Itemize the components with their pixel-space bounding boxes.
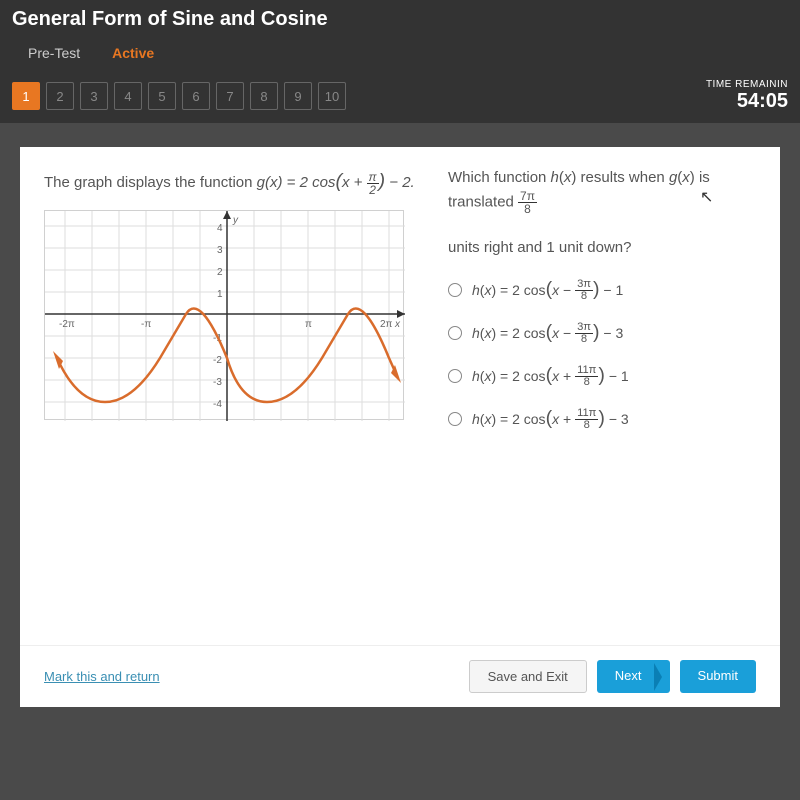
qnum-10[interactable]: 10: [318, 82, 346, 110]
option-c[interactable]: h(x) = 2 cos(x + 11π8) − 1: [448, 364, 756, 389]
question-nav: 1 2 3 4 5 6 7 8 9 10: [12, 82, 346, 110]
qnum-6[interactable]: 6: [182, 82, 210, 110]
qnum-1[interactable]: 1: [12, 82, 40, 110]
svg-text:1: 1: [217, 289, 223, 300]
svg-text:y: y: [232, 215, 239, 226]
timer-value: 54:05: [706, 90, 788, 113]
tab-pretest[interactable]: Pre-Test: [12, 37, 96, 69]
svg-text:x: x: [394, 319, 401, 330]
svg-text:3: 3: [217, 245, 223, 256]
qr-prefix: Which function: [448, 169, 551, 186]
qnum-7[interactable]: 7: [216, 82, 244, 110]
qr-fracn: 7π: [518, 190, 537, 203]
save-exit-button[interactable]: Save and Exit: [469, 660, 587, 693]
qleft-prefix: The graph displays the function: [44, 174, 257, 191]
option-a-label: h(x) = 2 cos(x − 3π8) − 1: [472, 278, 623, 303]
qr-mid: results when: [576, 169, 669, 186]
svg-text:2: 2: [217, 267, 223, 278]
question-right: Which function h(x) results when g(x) is…: [448, 167, 756, 260]
option-d[interactable]: h(x) = 2 cos(x + 11π8) − 3: [448, 407, 756, 432]
svg-text:-2: -2: [213, 355, 222, 366]
qr-fracd: 8: [518, 203, 537, 215]
option-b-label: h(x) = 2 cos(x − 3π8) − 3: [472, 321, 623, 346]
timer: TIME REMAININ 54:05: [706, 79, 788, 113]
svg-text:-4: -4: [213, 399, 222, 410]
tab-row: Pre-Test Active: [12, 37, 788, 69]
option-c-label: h(x) = 2 cos(x + 11π8) − 1: [472, 364, 629, 389]
svg-text:4: 4: [217, 223, 223, 234]
svg-text:-π: -π: [141, 319, 151, 330]
qleft-math: g(x) = 2 cos(x + π2) − 2.: [257, 174, 415, 191]
option-b[interactable]: h(x) = 2 cos(x − 3π8) − 3: [448, 321, 756, 346]
radio-b[interactable]: [448, 326, 462, 340]
qnum-2[interactable]: 2: [46, 82, 74, 110]
timer-label: TIME REMAININ: [706, 79, 788, 90]
svg-text:-3: -3: [213, 377, 222, 388]
svg-text:-2π: -2π: [59, 319, 75, 330]
qnum-9[interactable]: 9: [284, 82, 312, 110]
qnum-5[interactable]: 5: [148, 82, 176, 110]
qnum-8[interactable]: 8: [250, 82, 278, 110]
submit-button[interactable]: Submit: [680, 660, 756, 693]
question-left: The graph displays the function g(x) = 2…: [44, 167, 424, 196]
option-d-label: h(x) = 2 cos(x + 11π8) − 3: [472, 407, 629, 432]
svg-text:π: π: [305, 319, 312, 330]
next-button[interactable]: Next: [597, 660, 670, 693]
radio-a[interactable]: [448, 283, 462, 297]
qr-line2: units right and 1 unit down?: [448, 239, 631, 256]
radio-c[interactable]: [448, 369, 462, 383]
option-a[interactable]: h(x) = 2 cos(x − 3π8) − 1: [448, 278, 756, 303]
function-graph: x y 4 3 2 1 -1 -2 -3 -4 -2π -π π 2π: [44, 210, 404, 420]
mark-return-link[interactable]: Mark this and return: [44, 669, 160, 684]
page-title: General Form of Sine and Cosine: [12, 8, 788, 31]
radio-d[interactable]: [448, 412, 462, 426]
question-panel: The graph displays the function g(x) = 2…: [20, 147, 780, 707]
tab-active[interactable]: Active: [96, 37, 170, 69]
svg-text:2π: 2π: [380, 319, 393, 330]
qnum-4[interactable]: 4: [114, 82, 142, 110]
qnum-3[interactable]: 3: [80, 82, 108, 110]
